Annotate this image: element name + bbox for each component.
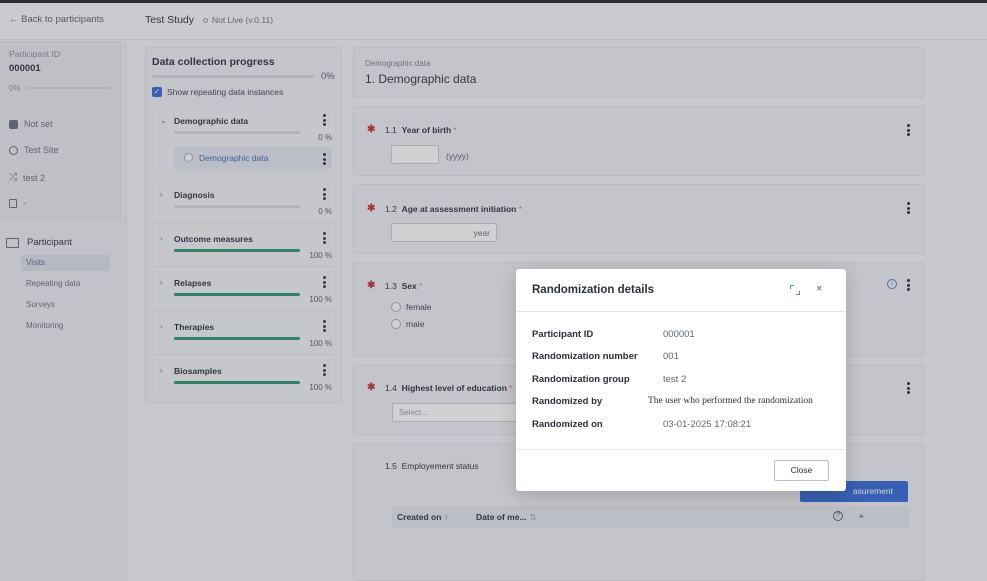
detail-key: Randomized on xyxy=(532,419,603,430)
detail-value: test 2 xyxy=(663,374,687,385)
close-icon[interactable]: × xyxy=(816,283,822,295)
detail-value: The user who performed the randomization xyxy=(648,396,813,406)
divider xyxy=(516,311,846,312)
detail-value: 000001 xyxy=(663,329,695,340)
detail-value: 001 xyxy=(663,351,679,362)
detail-key: Participant ID xyxy=(532,329,594,340)
detail-row: Randomized on 03-01-2025 17:08:21 xyxy=(532,419,842,435)
detail-row: Randomization number 001 xyxy=(532,351,842,367)
expand-icon[interactable] xyxy=(790,285,800,295)
detail-row: Randomized by The user who performed the … xyxy=(532,396,842,412)
detail-row: Participant ID 000001 xyxy=(532,329,842,345)
dialog-title: Randomization details xyxy=(532,284,655,296)
randomization-details-dialog: Randomization details × Participant ID 00… xyxy=(516,269,846,491)
detail-key: Randomization number xyxy=(532,351,638,362)
detail-value: 03-01-2025 17:08:21 xyxy=(663,419,752,430)
close-button[interactable]: Close xyxy=(774,460,829,481)
detail-row: Randomization group test 2 xyxy=(532,374,842,390)
detail-key: Randomized by xyxy=(532,396,603,407)
detail-key: Randomization group xyxy=(532,374,630,385)
divider xyxy=(516,449,846,450)
